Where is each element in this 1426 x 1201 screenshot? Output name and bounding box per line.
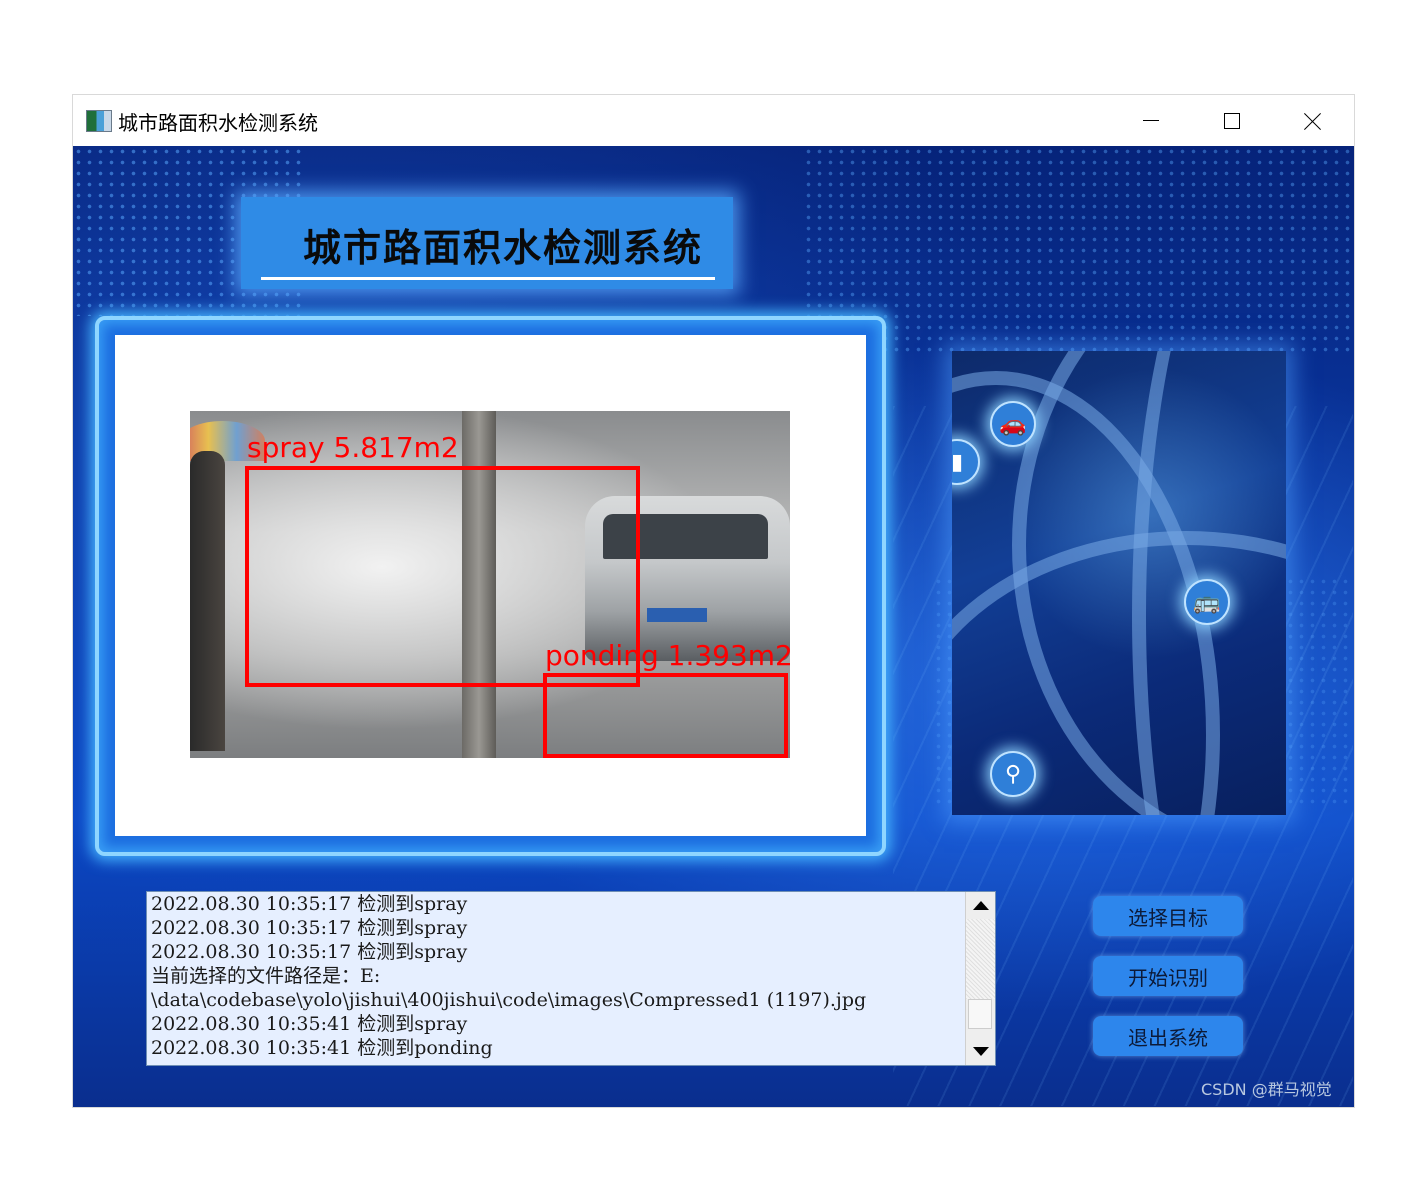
search-icon: ⚲ xyxy=(990,751,1036,797)
bus-icon: 🚌 xyxy=(1184,579,1230,625)
log-line: 2022.08.30 10:35:41 检测到ponding xyxy=(151,1037,493,1059)
pedestrian-shape xyxy=(190,451,225,751)
image-display-area: spray 5.817m2 ponding 1.393m2 xyxy=(115,335,866,836)
log-scrollbar[interactable] xyxy=(965,892,995,1065)
detection-result-image: spray 5.817m2 ponding 1.393m2 xyxy=(190,411,790,758)
close-icon xyxy=(1304,112,1322,130)
image-display-frame: spray 5.817m2 ponding 1.393m2 xyxy=(95,316,886,856)
bbox-label-ponding: ponding 1.393m2 xyxy=(545,639,790,672)
close-button[interactable] xyxy=(1273,95,1353,146)
scroll-down-button[interactable] xyxy=(966,1038,995,1065)
app-window-icon xyxy=(86,110,112,132)
log-line: 当前选择的文件路径是：E: xyxy=(151,965,381,987)
car-icon: 🚗 xyxy=(990,401,1036,447)
page-title: 城市路面积水检测系统 xyxy=(303,226,704,270)
exit-system-button[interactable]: 退出系统 xyxy=(1093,1016,1243,1056)
log-line: \data\codebase\yolo\jishui\400jishui\cod… xyxy=(151,989,867,1011)
log-textbox[interactable]: 2022.08.30 10:35:17 检测到spray 2022.08.30 … xyxy=(146,891,996,1066)
title-underline xyxy=(261,277,715,280)
window-title: 城市路面积水检测系统 xyxy=(118,111,318,135)
log-content: 2022.08.30 10:35:17 检测到spray 2022.08.30 … xyxy=(151,892,965,1065)
car-plate xyxy=(647,608,707,622)
scroll-up-button[interactable] xyxy=(966,892,995,919)
maximize-icon xyxy=(1224,112,1240,129)
main-panel: 城市路面积水检测系统 spray 5.817m2 ponding 1.393m2 xyxy=(73,146,1354,1107)
minimize-icon xyxy=(1143,120,1159,121)
maximize-button[interactable] xyxy=(1192,95,1272,146)
arrow-up-icon xyxy=(972,901,989,910)
minimize-button[interactable] xyxy=(1111,95,1191,146)
scroll-track[interactable] xyxy=(966,919,995,999)
city-traffic-image: 🚗 🚌 ⚲ ▮ xyxy=(952,351,1286,815)
log-line: 2022.08.30 10:35:17 检测到spray xyxy=(151,941,468,963)
log-line: 2022.08.30 10:35:41 检测到spray xyxy=(151,1013,468,1035)
app-window: 城市路面积水检测系统 城市路面积水检测系统 spray 5.817m2 pond… xyxy=(72,94,1355,1108)
csdn-watermark: CSDN @群马视觉 xyxy=(1201,1080,1332,1099)
log-line: 2022.08.30 10:35:17 检测到spray xyxy=(151,893,468,915)
title-bar[interactable]: 城市路面积水检测系统 xyxy=(73,95,1354,146)
scroll-thumb[interactable] xyxy=(968,999,992,1029)
select-target-button[interactable]: 选择目标 xyxy=(1093,896,1243,936)
header-panel: 城市路面积水检测系统 xyxy=(241,197,733,289)
arrow-down-icon xyxy=(972,1047,989,1056)
bbox-ponding xyxy=(543,673,788,758)
log-line: 2022.08.30 10:35:17 检测到spray xyxy=(151,917,468,939)
start-recognition-button[interactable]: 开始识别 xyxy=(1093,956,1243,996)
bbox-label-spray: spray 5.817m2 xyxy=(247,431,459,464)
